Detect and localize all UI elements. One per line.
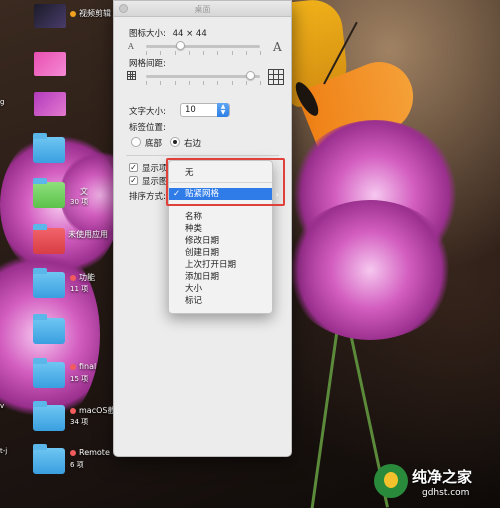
image-thumbnail (34, 52, 66, 76)
window-title: 桌面 (194, 5, 211, 14)
folder-icon (33, 268, 65, 298)
menu-item-name[interactable]: 名称 (169, 211, 272, 223)
menu-item-snap-to-grid[interactable]: ✓ 贴紧网格 › (169, 188, 279, 200)
folder-icon (33, 401, 65, 431)
small-grid-icon (127, 71, 136, 80)
menu-item-date-last-opened[interactable]: 上次打开日期 (169, 259, 272, 271)
desktop-item-label: 功能 (70, 272, 95, 283)
menu-item-none[interactable]: 无 (169, 167, 272, 179)
label-position-right-radio[interactable] (170, 137, 180, 147)
menu-item-date-added[interactable]: 添加日期 (169, 271, 272, 283)
desktop-item-count: 6 项 (70, 461, 84, 469)
sort-by-label: 排序方式: (129, 192, 166, 202)
icon-size-slider-knob[interactable] (175, 41, 185, 50)
menu-item-kind[interactable]: 种类 (169, 223, 272, 235)
icon-size-ticks (146, 51, 261, 55)
watermark-url: gdhst.com (422, 488, 470, 498)
window-titlebar[interactable]: 桌面 (114, 1, 291, 17)
checkmark-icon: ✓ (173, 189, 181, 199)
label-position-label: 标签位置: (129, 123, 166, 133)
tag-dot-icon (70, 407, 76, 414)
desktop-edge-label: v (0, 402, 5, 410)
desktop-item-count: 34 项 (70, 418, 89, 426)
label-position-bottom-text: 底部 (145, 139, 163, 149)
video-thumbnail (34, 4, 66, 28)
menu-separator (169, 182, 272, 183)
flower-cluster (285, 200, 455, 340)
show-icon-preview-label: 显示图 (142, 177, 168, 187)
desktop-item-count: 15 项 (70, 375, 89, 383)
tag-dot-icon (70, 449, 76, 456)
show-item-info-checkbox[interactable]: ✓ (129, 163, 138, 172)
chevron-right-icon: › (275, 190, 279, 199)
watermark-logo-icon (374, 464, 408, 498)
desktop-item-label: macOS截 (70, 405, 115, 416)
folder-icon (33, 133, 65, 163)
stepper-arrows-icon: ▲ ▼ (217, 103, 229, 117)
desktop-item-label: 文 (80, 187, 88, 196)
grid-spacing-label: 网格间距: (129, 59, 166, 69)
menu-item-date-modified[interactable]: 修改日期 (169, 235, 272, 247)
menu-item-date-created[interactable]: 创建日期 (169, 247, 272, 259)
grid-spacing-slider[interactable] (146, 75, 260, 78)
tag-dot-icon (70, 363, 76, 370)
folder-icon (33, 178, 65, 208)
menu-item-tags[interactable]: 标记 (169, 295, 272, 307)
icon-size-label: 图标大小: 44 × 44 (129, 29, 207, 39)
sort-by-menu: 无 ✓ 贴紧网格 › 名称 种类 修改日期 创建日期 上次打开日期 添加日期 大… (168, 160, 279, 314)
menu-item-size[interactable]: 大小 (169, 283, 272, 295)
folder-icon (33, 314, 65, 344)
label-position-bottom-radio[interactable] (131, 137, 141, 147)
large-icon-size-icon: A (273, 40, 282, 54)
divider (126, 155, 279, 156)
desktop-item-count: 30 项 (70, 198, 89, 206)
text-size-value: 10 (185, 105, 196, 115)
text-size-select[interactable]: 10 ▲ ▼ (180, 103, 230, 117)
watermark: 纯净之家 gdhst.com (370, 458, 500, 508)
icon-size-slider[interactable] (146, 45, 260, 48)
folder-icon (33, 224, 65, 254)
folder-icon (33, 444, 65, 474)
grid-spacing-ticks (146, 81, 261, 85)
grid-spacing-slider-knob[interactable] (246, 71, 256, 80)
desktop-item-label: Remote (70, 448, 110, 457)
text-size-label: 文字大小: (129, 107, 166, 117)
image-thumbnail (34, 92, 66, 116)
desktop-edge-label: t-j (0, 447, 8, 455)
watermark-title: 纯净之家 (412, 468, 473, 486)
desktop-item-label: 未使用应用 (68, 230, 108, 239)
desktop-edge-label: g (0, 98, 5, 106)
large-grid-icon (268, 69, 284, 85)
small-icon-size-icon: A (128, 42, 134, 51)
menu-separator (169, 205, 272, 206)
desktop-icons: 视频剪辑 文 30 项 未使用应用 功能 11 项 final 15 项 mac… (0, 0, 115, 508)
show-icon-preview-checkbox[interactable]: ✓ (129, 176, 138, 185)
desktop-item-label: 视频剪辑 (70, 8, 111, 19)
tag-dot-icon (70, 274, 76, 281)
folder-icon (33, 358, 65, 388)
show-item-info-label: 显示项 (142, 164, 168, 174)
desktop-item-count: 11 项 (70, 285, 89, 293)
desktop-item-label: final (70, 362, 96, 371)
tag-dot-icon (70, 10, 76, 17)
icon-size-value: 44 × 44 (172, 29, 207, 39)
label-position-right-text: 右边 (184, 139, 202, 149)
